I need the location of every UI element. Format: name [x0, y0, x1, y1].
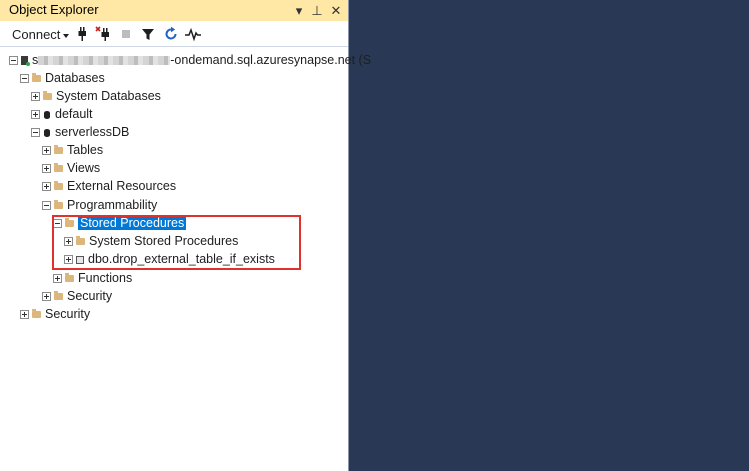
stop-icon[interactable] — [117, 25, 135, 43]
connect-object-explorer-icon[interactable] — [73, 25, 91, 43]
server-icon — [21, 56, 30, 67]
collapse-icon[interactable] — [9, 56, 18, 66]
pin-icon[interactable]: ⊥ — [308, 0, 326, 21]
database-icon — [44, 128, 50, 137]
tree-node-external-resources[interactable]: External Resources — [42, 177, 176, 195]
expand-icon[interactable] — [20, 310, 29, 320]
window-position-dropdown-icon[interactable]: ▾ — [290, 0, 308, 21]
server-name-suffix: -ondemand.sql.azuresynapse.net (S — [170, 53, 372, 67]
object-explorer-panel: Object Explorer ▾ ⊥ ✕ Connect s -ondeman… — [0, 0, 371, 471]
collapse-icon[interactable] — [31, 128, 40, 138]
folder-icon — [32, 309, 41, 319]
expand-icon[interactable] — [42, 146, 51, 156]
folder-icon — [32, 73, 41, 83]
filter-icon[interactable] — [139, 25, 157, 43]
node-label: Views — [67, 161, 101, 175]
folder-icon — [65, 273, 74, 283]
tree-node-server[interactable]: s -ondemand.sql.azuresynapse.net (S — [9, 51, 371, 69]
expand-icon[interactable] — [42, 292, 51, 302]
tree-node-tables[interactable]: Tables — [42, 141, 103, 159]
refresh-icon[interactable] — [162, 25, 180, 43]
tree-node-programmability[interactable]: Programmability — [42, 196, 157, 214]
collapse-icon[interactable] — [42, 201, 51, 211]
annotation-highlight-box — [52, 215, 301, 270]
expand-icon[interactable] — [31, 110, 40, 120]
folder-icon — [54, 181, 63, 191]
folder-icon — [54, 200, 63, 210]
tree-node-default-db[interactable]: default — [31, 105, 93, 123]
node-label: System Databases — [56, 89, 161, 103]
folder-icon — [54, 163, 63, 173]
node-label: Databases — [45, 71, 105, 85]
node-label: default — [55, 107, 93, 121]
redacted-server-name — [38, 56, 171, 66]
folder-icon — [54, 291, 63, 301]
node-label: Security — [45, 307, 91, 321]
node-label: Tables — [67, 143, 104, 157]
connect-label: Connect — [12, 27, 61, 42]
activity-monitor-icon[interactable] — [184, 25, 202, 43]
tree-node-databases[interactable]: Databases — [20, 69, 105, 87]
close-icon[interactable]: ✕ — [327, 0, 345, 21]
toolbar: Connect — [0, 21, 348, 47]
chevron-down-icon — [63, 33, 70, 38]
node-label: External Resources — [67, 179, 177, 193]
disconnect-icon[interactable] — [94, 25, 112, 43]
collapse-icon[interactable] — [20, 74, 29, 84]
node-label: Security — [67, 289, 113, 303]
expand-icon[interactable] — [53, 274, 62, 284]
folder-icon — [54, 145, 63, 155]
tree-node-system-databases[interactable]: System Databases — [31, 87, 161, 105]
panel-title: Object Explorer — [9, 2, 99, 17]
expand-icon[interactable] — [42, 182, 51, 192]
expand-icon[interactable] — [42, 164, 51, 174]
connect-button[interactable]: Connect — [12, 27, 70, 42]
node-label: Programmability — [67, 198, 158, 212]
node-label: Functions — [78, 271, 133, 285]
tree-node-serverless-db[interactable]: serverlessDB — [31, 123, 129, 141]
tree-node-views[interactable]: Views — [42, 159, 100, 177]
node-label: serverlessDB — [55, 125, 130, 139]
expand-icon[interactable] — [31, 92, 40, 102]
tree-node-db-security[interactable]: Security — [42, 287, 112, 305]
database-icon — [44, 110, 50, 119]
folder-icon — [43, 91, 52, 101]
document-area-background — [349, 0, 749, 471]
tree-node-server-security[interactable]: Security — [20, 305, 90, 323]
panel-title-bar: Object Explorer ▾ ⊥ ✕ — [0, 0, 348, 21]
tree-node-functions[interactable]: Functions — [53, 269, 132, 287]
